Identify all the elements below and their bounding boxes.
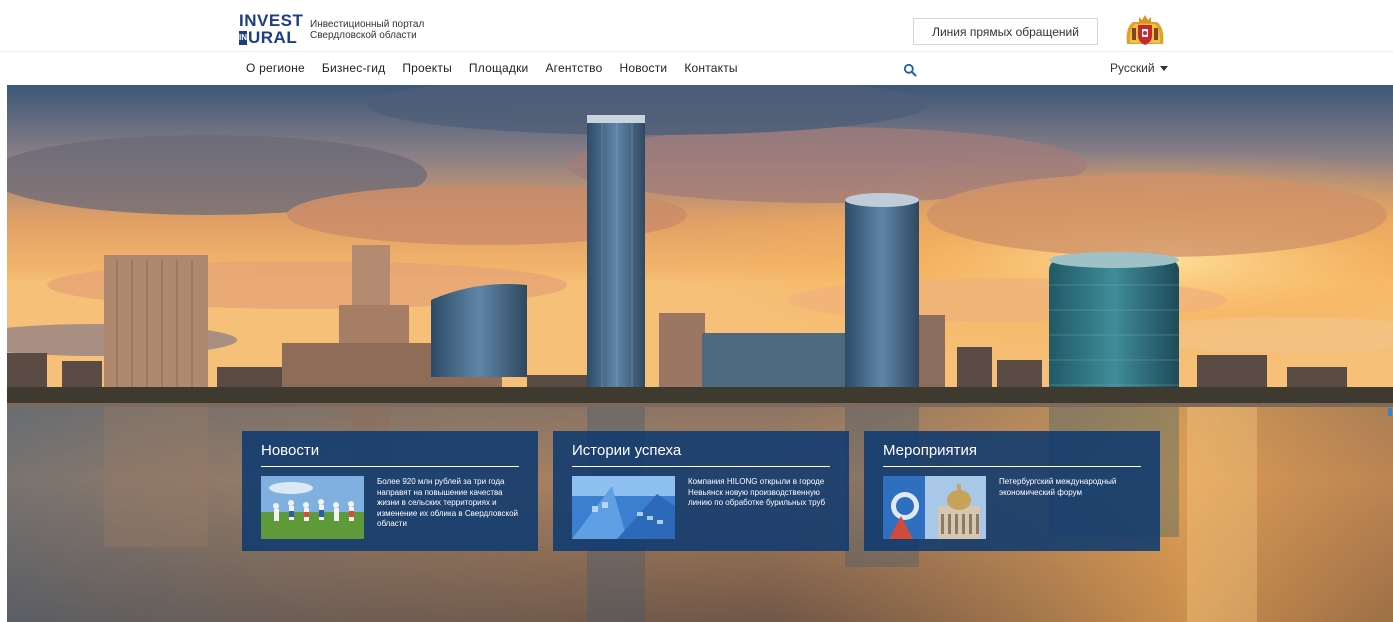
nav-item-projects[interactable]: Проекты xyxy=(402,61,452,75)
events-card-image[interactable] xyxy=(883,476,986,539)
success-stories-card[interactable]: Истории успеха Компания HILONG открыли в… xyxy=(553,431,849,551)
coat-of-arms-icon[interactable] xyxy=(1123,14,1167,48)
hotline-button[interactable]: Линия прямых обращений xyxy=(913,18,1098,45)
card-divider xyxy=(261,466,519,467)
slider-indicator[interactable] xyxy=(1388,408,1392,416)
nav-item-contacts[interactable]: Контакты xyxy=(684,61,737,75)
success-stories-card-title[interactable]: Истории успеха xyxy=(572,442,681,459)
card-divider xyxy=(572,466,830,467)
invest-in-ural-logo[interactable]: INVEST IN URAL xyxy=(239,11,304,47)
search-icon[interactable] xyxy=(903,62,917,77)
logo-line-invest: INVEST xyxy=(239,11,304,30)
language-label: Русский xyxy=(1110,61,1155,75)
main-navigation: О регионе Бизнес-гид Проекты Площадки Аг… xyxy=(0,51,1393,84)
portal-caption-line1: Инвестиционный портал xyxy=(310,19,425,30)
portal-caption: Инвестиционный портал Свердловской облас… xyxy=(310,19,510,41)
events-card-text[interactable]: Петербургский международный экономически… xyxy=(999,477,1149,498)
success-stories-card-image[interactable] xyxy=(572,476,675,539)
news-card-image[interactable] xyxy=(261,476,364,539)
portal-caption-line2: Свердловской области xyxy=(310,30,417,41)
events-card[interactable]: Мероприятия Петербургский международный … xyxy=(864,431,1160,551)
news-card-title[interactable]: Новости xyxy=(261,442,319,459)
nav-item-sites[interactable]: Площадки xyxy=(469,61,529,75)
nav-item-agency[interactable]: Агентство xyxy=(545,61,602,75)
logo-line-ural: URAL xyxy=(248,28,298,47)
logo-in-badge: IN xyxy=(239,31,247,45)
news-card[interactable]: Новости Более 920 млн рублей за три года… xyxy=(242,431,538,551)
nav-list: О регионе Бизнес-гид Проекты Площадки Аг… xyxy=(246,61,755,75)
language-select[interactable]: Русский xyxy=(1110,61,1168,75)
events-card-title[interactable]: Мероприятия xyxy=(883,442,977,459)
card-divider xyxy=(883,466,1141,467)
site-header: INVEST IN URAL Инвестиционный портал Све… xyxy=(0,0,1393,50)
news-card-text[interactable]: Более 920 млн рублей за три года направя… xyxy=(377,477,527,530)
success-stories-card-text[interactable]: Компания HILONG открыли в городе Невьянс… xyxy=(688,477,838,509)
chevron-down-icon xyxy=(1159,65,1168,71)
nav-item-business-guide[interactable]: Бизнес-гид xyxy=(322,61,385,75)
nav-item-about-region[interactable]: О регионе xyxy=(246,61,305,75)
nav-item-news[interactable]: Новости xyxy=(619,61,667,75)
